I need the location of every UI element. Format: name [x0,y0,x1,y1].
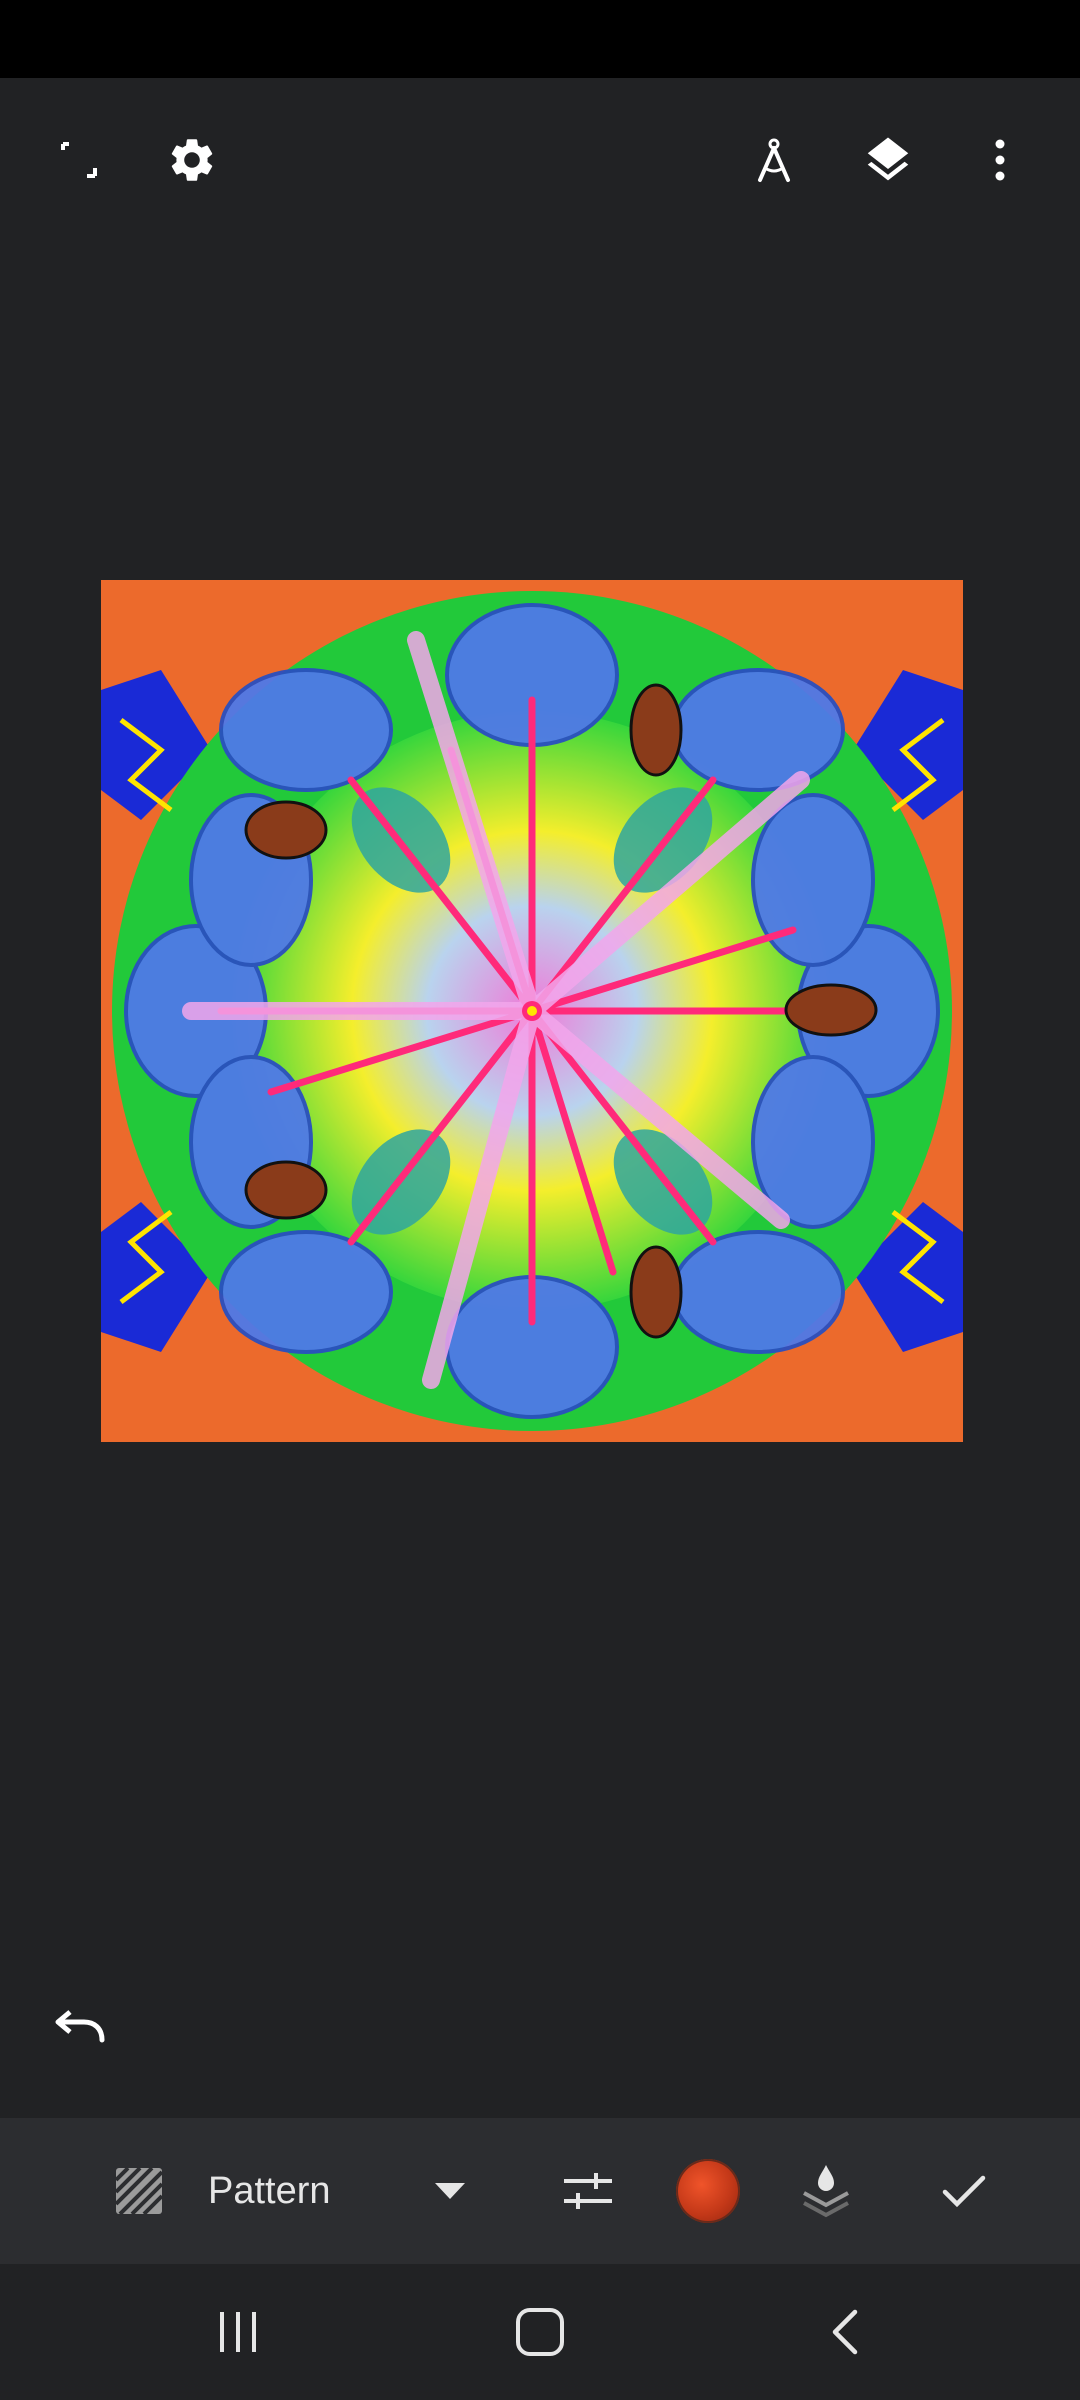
system-nav-bar [0,2264,1080,2400]
check-icon[interactable] [924,2118,1004,2264]
home-icon[interactable] [480,2264,600,2400]
more-vert-icon[interactable] [960,120,1040,200]
layers-icon[interactable] [848,120,928,200]
back-icon[interactable] [784,2264,904,2400]
sliders-icon[interactable] [548,2118,628,2264]
color-swatch[interactable] [668,2118,748,2264]
paint-bucket-layer-icon[interactable] [786,2118,866,2264]
brush-type-selector[interactable]: Pattern [208,2118,408,2264]
undo-icon[interactable] [44,1990,116,2062]
fullscreen-exit-icon[interactable] [39,120,119,200]
status-bar [0,0,1080,78]
brush-type-label: Pattern [208,2169,331,2212]
gear-icon[interactable] [152,120,232,200]
compass-icon[interactable] [734,120,814,200]
pattern-brush-icon[interactable] [104,2118,174,2264]
drawing-canvas[interactable] [101,580,963,1442]
brush-toolbar: Pattern [0,2118,1080,2264]
recents-icon[interactable] [178,2264,298,2400]
kaleidoscope-drawing [101,580,963,1442]
triangle-down-icon[interactable] [420,2118,480,2264]
